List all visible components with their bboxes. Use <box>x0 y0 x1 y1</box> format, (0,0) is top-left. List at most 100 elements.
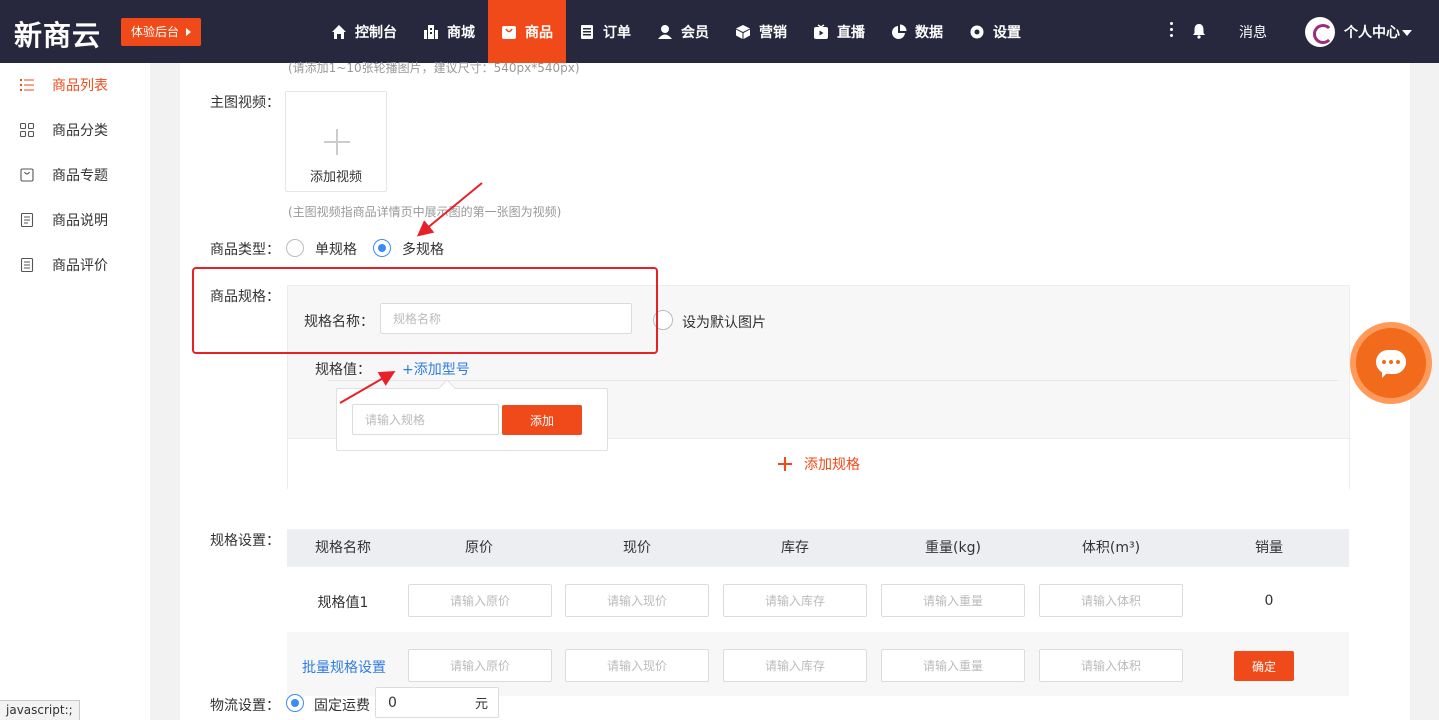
video-hint: (主图视频指商品详情页中展示图的第一张图为视频) <box>288 205 562 219</box>
column-header: 销量 <box>1255 540 1283 556</box>
nav-label: 订单 <box>603 24 631 41</box>
nav-item-dashboard[interactable]: 控制台 <box>318 0 410 63</box>
home-icon <box>332 24 346 39</box>
freight-input[interactable]: 0 元 <box>375 687 499 718</box>
nav-item-live[interactable]: 直播 <box>800 0 878 63</box>
single-spec-label[interactable]: 单规格 <box>315 239 357 259</box>
shipping-label: 物流设置： <box>210 698 280 714</box>
sidebar-item-product-list[interactable]: 商品列表 <box>20 75 108 95</box>
product-type-label: 商品类型： <box>210 242 280 258</box>
placeholder: 请输入原价 <box>449 659 510 673</box>
column-header: 原价 <box>465 540 493 556</box>
column-header: 重量(kg) <box>925 540 981 556</box>
gear-icon <box>970 25 984 38</box>
sidebar-item-category[interactable]: 商品分类 <box>20 120 108 140</box>
nav-item-members[interactable]: 会员 <box>644 0 722 63</box>
brand-logo[interactable]: 新商云 <box>14 14 101 54</box>
doc-icon <box>20 213 34 227</box>
chat-support-button[interactable] <box>1350 322 1432 404</box>
order-icon <box>581 24 593 39</box>
placeholder: 请输入重量 <box>922 659 983 673</box>
nav-label: 直播 <box>837 24 865 41</box>
main-nav: 控制台 商城 商品 订单 会员 营销 直播 数据 设置 <box>318 0 1034 63</box>
volume-input[interactable]: 请输入体积 <box>1039 584 1183 617</box>
fixed-freight-label[interactable]: 固定运费 <box>314 695 370 715</box>
top-navigation-bar: 新商云 体验后台 控制台 商城 商品 订单 会员 营销 直播 数据 设置 消息 … <box>0 0 1439 63</box>
nav-item-mall[interactable]: 商城 <box>410 0 488 63</box>
multi-spec-label[interactable]: 多规格 <box>402 239 444 259</box>
nav-label: 控制台 <box>355 24 397 41</box>
spec-value-input[interactable]: 请输入规格 <box>352 404 499 435</box>
placeholder: 请输入库存 <box>764 659 825 673</box>
weight-input[interactable]: 请输入重量 <box>881 584 1025 617</box>
nav-item-orders[interactable]: 订单 <box>566 0 644 63</box>
more-menu-icon[interactable] <box>1170 22 1174 40</box>
stock-input[interactable]: 请输入库存 <box>723 584 867 617</box>
sidebar-item-reviews[interactable]: 商品评价 <box>20 255 108 275</box>
batch-spec-settings-link[interactable]: 批量规格设置 <box>302 657 386 677</box>
nav-label: 商城 <box>447 24 475 41</box>
list-icon <box>20 79 34 91</box>
default-image-label[interactable]: 设为默认图片 <box>682 312 766 332</box>
spec-name-label: 规格名称： <box>304 314 374 330</box>
fixed-freight-radio[interactable] <box>286 694 304 712</box>
current-price-input[interactable]: 请输入现价 <box>565 584 709 617</box>
add-spec-value-button[interactable]: 添加 <box>502 405 582 435</box>
nav-item-marketing[interactable]: 营销 <box>722 0 800 63</box>
batch-weight-input[interactable]: 请输入重量 <box>881 649 1025 682</box>
messages-link[interactable]: 消息 <box>1239 22 1267 42</box>
trial-backend-label: 体验后台 <box>131 25 180 39</box>
nav-label: 数据 <box>915 24 943 41</box>
nav-item-products[interactable]: 商品 <box>488 0 566 63</box>
nav-label: 营销 <box>759 24 787 41</box>
cube-icon <box>736 24 750 39</box>
batch-current-price-input[interactable]: 请输入现价 <box>565 649 709 682</box>
add-model-link[interactable]: +添加型号 <box>402 359 470 379</box>
batch-stock-input[interactable]: 请输入库存 <box>723 649 867 682</box>
placeholder: 请输入库存 <box>764 594 825 608</box>
sales-value: 0 <box>1264 593 1274 609</box>
nav-item-data[interactable]: 数据 <box>878 0 956 63</box>
carousel-hint: (请添加1~10张轮播图片，建议尺寸：540px*540px) <box>288 61 580 75</box>
sidebar-item-description[interactable]: 商品说明 <box>20 210 108 230</box>
user-icon <box>658 24 672 39</box>
add-spec-button[interactable]: 添加规格 <box>778 454 860 474</box>
plus-icon <box>336 129 338 155</box>
main-video-label: 主图视频： <box>210 95 280 111</box>
add-spec-label: 添加规格 <box>804 457 860 473</box>
main-content: (请添加1~10张轮播图片，建议尺寸：540px*540px) 主图视频： 添加… <box>180 61 1410 720</box>
user-center-label: 个人中心 <box>1344 25 1400 41</box>
single-spec-radio[interactable] <box>286 239 304 257</box>
avatar[interactable] <box>1305 17 1335 47</box>
placeholder: 请输入体积 <box>1080 594 1141 608</box>
trial-backend-button[interactable]: 体验后台 <box>121 18 201 46</box>
sidebar-item-topic[interactable]: 商品专题 <box>20 165 108 185</box>
nav-item-settings[interactable]: 设置 <box>956 0 1034 63</box>
user-center-menu[interactable]: 个人中心 <box>1344 22 1412 42</box>
spec-name-input[interactable]: 规格名称 <box>380 303 632 334</box>
placeholder: 请输入体积 <box>1080 659 1141 673</box>
batch-original-price-input[interactable]: 请输入原价 <box>408 649 552 682</box>
spec-settings-label: 规格设置： <box>210 533 280 549</box>
batch-confirm-button[interactable]: 确定 <box>1234 651 1294 681</box>
add-video-upload[interactable]: 添加视频 <box>285 91 387 192</box>
multi-spec-radio[interactable] <box>373 239 391 257</box>
placeholder: 请输入重量 <box>922 594 983 608</box>
spec-table-header: 规格名称 原价 现价 库存 重量(kg) 体积(m³) 销量 <box>287 529 1349 567</box>
bell-icon[interactable] <box>1191 23 1207 39</box>
freight-value: 0 <box>388 694 397 711</box>
chat-icon <box>1356 328 1426 398</box>
freight-unit: 元 <box>474 697 488 712</box>
sidebar: 商品列表 商品分类 商品专题 商品说明 商品评价 <box>0 63 150 720</box>
column-header: 体积(m³) <box>1081 540 1141 556</box>
add-video-label: 添加视频 <box>309 170 362 185</box>
batch-volume-input[interactable]: 请输入体积 <box>1039 649 1183 682</box>
original-price-input[interactable]: 请输入原价 <box>408 584 552 617</box>
default-image-radio[interactable] <box>653 310 673 330</box>
placeholder: 请输入现价 <box>606 659 667 673</box>
bag-icon <box>502 25 516 39</box>
pie-icon <box>892 24 907 39</box>
nav-label: 会员 <box>681 24 709 41</box>
column-header: 规格名称 <box>315 540 371 556</box>
nav-label: 商品 <box>525 24 553 41</box>
